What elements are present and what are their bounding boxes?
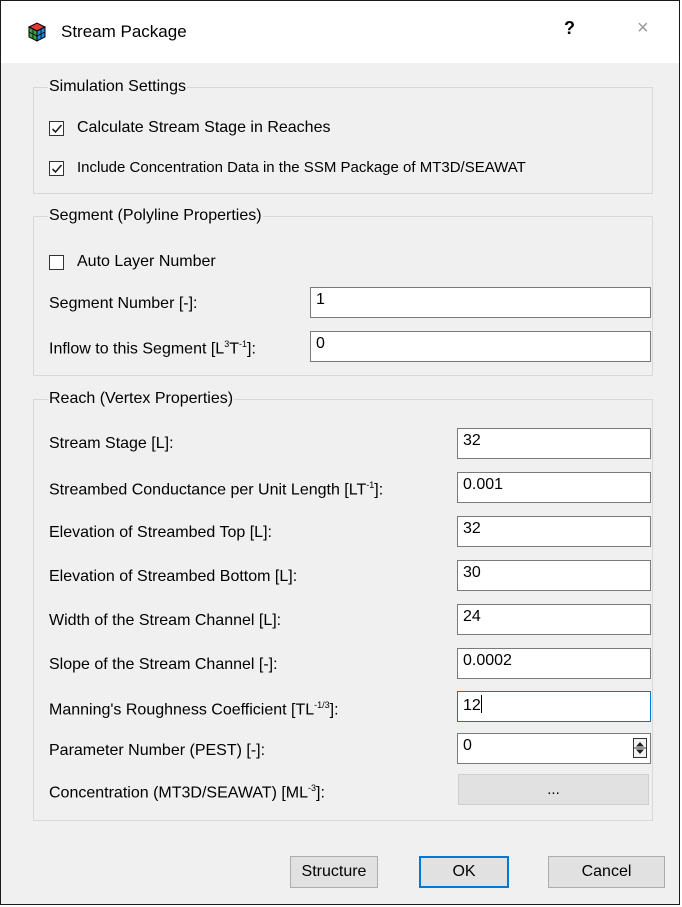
streambed-top-input[interactable]: 32: [457, 516, 651, 547]
concentration-edit-button[interactable]: ...: [458, 774, 649, 805]
streambed-top-value: 32: [463, 520, 481, 537]
structure-button[interactable]: Structure: [290, 856, 378, 888]
manning-label-suffix: ]:: [329, 701, 339, 719]
streambed-top-label: Elevation of Streambed Top [L]:: [49, 524, 272, 541]
spin-arrows-icon[interactable]: [633, 738, 647, 758]
channel-slope-input[interactable]: 0.0002: [457, 648, 651, 679]
manning-value: 12: [463, 697, 481, 714]
cancel-button[interactable]: Cancel: [548, 856, 665, 888]
segment-legend: Segment (Polyline Properties): [48, 207, 263, 225]
streambed-bottom-input[interactable]: 30: [457, 560, 651, 591]
parameter-number-spinbox[interactable]: 0: [457, 733, 651, 764]
parameter-number-label: Parameter Number (PEST) [-]:: [49, 742, 266, 759]
stream-stage-value: 32: [463, 432, 481, 449]
simulation-settings-group: Simulation Settings: [33, 78, 653, 194]
ok-button[interactable]: OK: [419, 856, 509, 888]
inflow-value: 0: [316, 335, 325, 352]
channel-width-input[interactable]: 24: [457, 604, 651, 635]
inflow-sup-2: -1: [239, 339, 248, 349]
channel-slope-label: Slope of the Stream Channel [-]:: [49, 656, 278, 673]
manning-label: Manning's Roughness Coefficient [TL-1/3]…: [49, 700, 339, 719]
inflow-label: Inflow to this Segment [L3T-1]:: [49, 339, 256, 358]
reach-legend: Reach (Vertex Properties): [48, 390, 235, 408]
streambed-bottom-value: 30: [463, 564, 481, 581]
concentration-sup: -3: [308, 783, 317, 793]
auto-layer-label[interactable]: Auto Layer Number: [77, 253, 216, 271]
inflow-input[interactable]: 0: [310, 331, 651, 362]
segment-number-value: 1: [316, 291, 325, 308]
conductance-value: 0.001: [463, 476, 504, 493]
include-conc-label[interactable]: Include Concentration Data in the SSM Pa…: [77, 159, 526, 176]
concentration-label-prefix: Concentration (MT3D/SEAWAT) [ML: [49, 784, 309, 802]
channel-width-label: Width of the Stream Channel [L]:: [49, 612, 282, 629]
manning-input[interactable]: 12: [457, 691, 651, 722]
stream-package-dialog: Stream Package ? × Simulation Settings C…: [0, 0, 680, 905]
inflow-label-suffix: ]:: [247, 340, 256, 358]
title-bar[interactable]: Stream Package ? ×: [1, 1, 679, 63]
conductance-label-prefix: Streambed Conductance per Unit Length [L…: [49, 481, 367, 499]
text-caret: [480, 695, 482, 713]
channel-width-value: 24: [463, 608, 481, 625]
window-title: Stream Package: [61, 22, 187, 41]
calc-stage-checkbox[interactable]: [49, 121, 64, 136]
stream-stage-label: Stream Stage [L]:: [49, 435, 174, 452]
include-conc-checkbox[interactable]: [49, 161, 64, 176]
inflow-label-prefix: Inflow to this Segment [L: [49, 340, 225, 358]
concentration-label-suffix: ]:: [316, 784, 325, 802]
segment-number-input[interactable]: 1: [310, 287, 651, 318]
streambed-bottom-label: Elevation of Streambed Bottom [L]:: [49, 568, 298, 585]
concentration-label: Concentration (MT3D/SEAWAT) [ML-3]:: [49, 783, 325, 802]
auto-layer-checkbox[interactable]: [49, 255, 64, 270]
calc-stage-label[interactable]: Calculate Stream Stage in Reaches: [77, 119, 330, 137]
close-button[interactable]: ×: [637, 17, 649, 40]
app-cube-icon: [25, 20, 49, 44]
inflow-label-mid: T: [229, 340, 239, 358]
simulation-settings-legend: Simulation Settings: [48, 78, 187, 96]
parameter-number-value: 0: [463, 737, 472, 754]
stream-stage-input[interactable]: 32: [457, 428, 651, 459]
manning-label-prefix: Manning's Roughness Coefficient [TL: [49, 701, 315, 719]
conductance-label: Streambed Conductance per Unit Length [L…: [49, 480, 383, 499]
manning-sup: -1/3: [314, 700, 330, 710]
channel-slope-value: 0.0002: [463, 652, 512, 669]
conductance-input[interactable]: 0.001: [457, 472, 651, 503]
conductance-label-suffix: ]:: [374, 481, 384, 499]
segment-number-label: Segment Number [-]:: [49, 295, 198, 312]
help-button[interactable]: ?: [564, 18, 575, 39]
